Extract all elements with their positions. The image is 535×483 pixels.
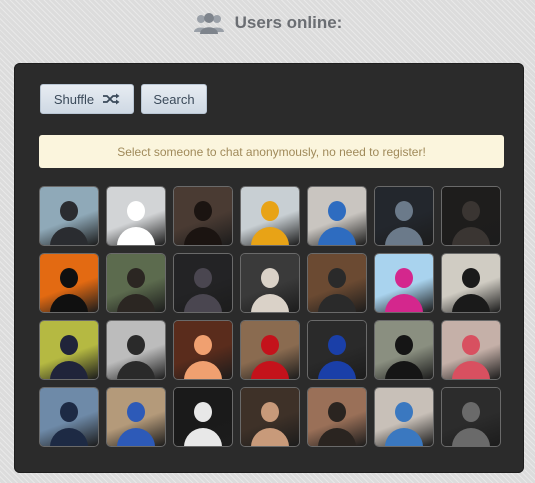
user-avatar[interactable] — [173, 186, 233, 246]
user-avatar[interactable] — [240, 186, 300, 246]
shuffle-icon — [103, 93, 120, 105]
shuffle-button[interactable]: Shuffle — [40, 84, 134, 114]
user-avatar[interactable] — [307, 320, 367, 380]
avatar-photo — [375, 187, 433, 245]
user-avatar[interactable] — [307, 186, 367, 246]
avatar-photo — [442, 187, 500, 245]
avatar-photo — [40, 388, 98, 446]
avatar-photo — [40, 321, 98, 379]
notice-banner: Select someone to chat anonymously, no n… — [39, 135, 504, 168]
user-avatar[interactable] — [441, 186, 501, 246]
users-panel: Shuffle Search Select someone to chat an… — [14, 63, 524, 473]
user-avatar[interactable] — [374, 320, 434, 380]
avatar-photo — [241, 321, 299, 379]
avatar-photo — [241, 254, 299, 312]
avatar-photo — [174, 254, 232, 312]
user-avatar[interactable] — [106, 320, 166, 380]
user-avatar-grid — [39, 186, 509, 451]
user-avatar[interactable] — [39, 253, 99, 313]
avatar-photo — [308, 187, 366, 245]
user-avatar[interactable] — [374, 387, 434, 447]
avatar-photo — [308, 388, 366, 446]
user-avatar[interactable] — [374, 186, 434, 246]
avatar-photo — [174, 388, 232, 446]
shuffle-button-label: Shuffle — [53, 91, 95, 107]
user-avatar[interactable] — [441, 253, 501, 313]
avatar-photo — [40, 254, 98, 312]
user-avatar[interactable] — [173, 253, 233, 313]
avatar-photo — [308, 321, 366, 379]
user-avatar[interactable] — [106, 387, 166, 447]
avatar-photo — [241, 187, 299, 245]
user-avatar[interactable] — [39, 186, 99, 246]
user-avatar[interactable] — [39, 320, 99, 380]
avatar-photo — [442, 388, 500, 446]
avatar-photo — [442, 254, 500, 312]
avatar-photo — [174, 321, 232, 379]
avatar-photo — [107, 321, 165, 379]
avatar-photo — [375, 254, 433, 312]
avatar-photo — [107, 254, 165, 312]
avatar-photo — [174, 187, 232, 245]
avatar-photo — [375, 321, 433, 379]
search-button[interactable]: Search — [141, 84, 207, 114]
user-avatar[interactable] — [441, 320, 501, 380]
avatar-photo — [107, 187, 165, 245]
user-avatar[interactable] — [106, 253, 166, 313]
user-avatar[interactable] — [39, 387, 99, 447]
user-avatar[interactable] — [307, 253, 367, 313]
user-avatar[interactable] — [374, 253, 434, 313]
page-title: Users online: — [234, 13, 343, 32]
user-avatar[interactable] — [173, 320, 233, 380]
user-avatar[interactable] — [240, 253, 300, 313]
user-avatar[interactable] — [441, 387, 501, 447]
users-icon — [193, 13, 224, 34]
user-avatar[interactable] — [307, 387, 367, 447]
avatar-photo — [40, 187, 98, 245]
avatar-photo — [107, 388, 165, 446]
avatar-photo — [308, 254, 366, 312]
notice-text: Select someone to chat anonymously, no n… — [117, 144, 426, 159]
user-avatar[interactable] — [106, 186, 166, 246]
avatar-photo — [442, 321, 500, 379]
page-header: Users online: — [0, 10, 535, 36]
avatar-photo — [375, 388, 433, 446]
user-avatar[interactable] — [240, 320, 300, 380]
avatar-photo — [241, 388, 299, 446]
user-avatar[interactable] — [240, 387, 300, 447]
user-avatar[interactable] — [173, 387, 233, 447]
